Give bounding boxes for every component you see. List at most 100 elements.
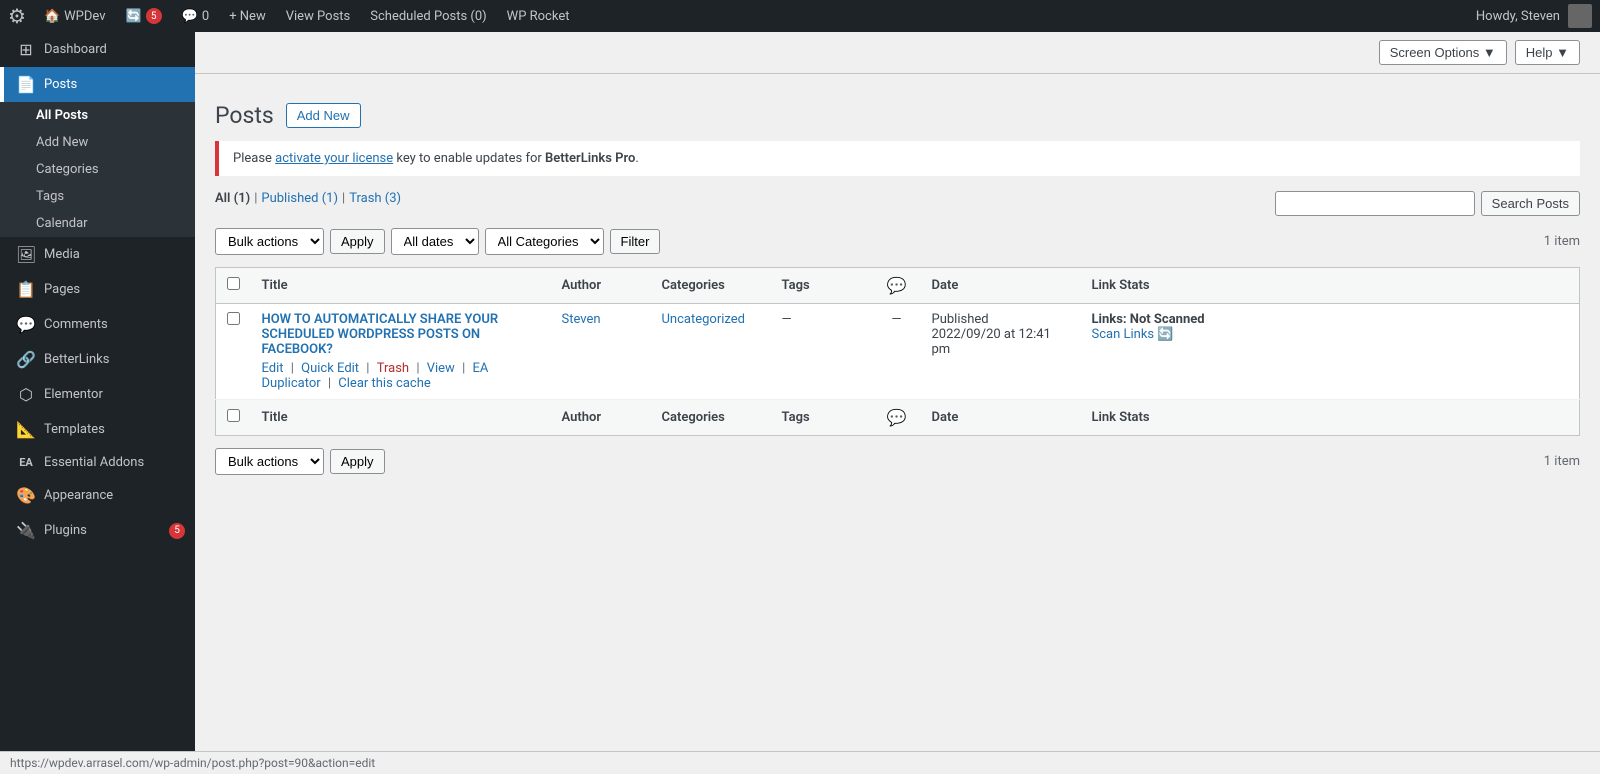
sidebar-item-label: Templates <box>44 422 105 437</box>
published-posts-link[interactable]: Published (1) <box>261 191 338 206</box>
scan-links-link[interactable]: Scan Links <box>1092 327 1155 342</box>
row-actions: Edit | Quick Edit | Trash | View | EA Du… <box>262 361 542 391</box>
select-all-checkbox[interactable] <box>227 277 240 290</box>
sidebar-item-plugins[interactable]: 🔌 Plugins 5 <box>0 513 195 548</box>
sidebar-item-betterlinks[interactable]: 🔗 BetterLinks <box>0 342 195 377</box>
bulk-actions-select-top[interactable]: Bulk actions <box>215 228 324 255</box>
search-posts-button[interactable]: Search Posts <box>1481 191 1580 216</box>
license-notice: Please activate your license key to enab… <box>215 141 1580 176</box>
date-column-header[interactable]: Date <box>922 268 1082 304</box>
filter-button[interactable]: Filter <box>610 229 661 254</box>
title-column-header[interactable]: Title <box>252 268 552 304</box>
wp-wrap: ⊞ Dashboard 📄 Posts All Posts Add New Ca… <box>0 32 1600 774</box>
adminbar-right: Howdy, Steven <box>1476 4 1592 28</box>
linkstats-column-footer[interactable]: Link Stats <box>1082 400 1580 436</box>
bulk-actions-select-bottom[interactable]: Bulk actions <box>215 448 324 475</box>
sidebar-item-appearance[interactable]: 🎨 Appearance <box>0 478 195 513</box>
posts-submenu: All Posts Add New Categories Tags Calend… <box>0 102 195 237</box>
select-all-header <box>216 268 252 304</box>
help-button[interactable]: Help ▼ <box>1515 40 1580 65</box>
adminbar-items: 🏠 WPDev 🔄 5 💬 0 + New View Posts Schedul… <box>34 0 1476 32</box>
adminbar-site[interactable]: 🏠 WPDev <box>34 0 116 32</box>
sidebar-item-dashboard[interactable]: ⊞ Dashboard <box>0 32 195 67</box>
row-checkbox[interactable] <box>227 312 240 325</box>
apply-button-top[interactable]: Apply <box>330 229 385 254</box>
post-title-link[interactable]: HOW TO AUTOMATICALLY SHARE YOUR SCHEDULE… <box>262 312 499 357</box>
adminbar-scheduled-posts[interactable]: Scheduled Posts (0) <box>360 0 496 32</box>
tags-column-header[interactable]: Tags <box>772 268 872 304</box>
adminbar-updates[interactable]: 🔄 5 <box>116 0 172 32</box>
edit-link[interactable]: Edit <box>262 361 284 376</box>
sidebar-item-templates[interactable]: 📐 Templates <box>0 412 195 447</box>
sidebar-item-elementor[interactable]: ⬡ Elementor <box>0 377 195 412</box>
dates-select[interactable]: All dates <box>391 228 479 255</box>
wp-logo-icon[interactable]: ⚙ <box>8 4 26 28</box>
refresh-icon: 🔄 <box>1157 327 1173 342</box>
table-header-row: Title Author Categories Tags 💬 <box>216 268 1580 304</box>
sidebar-item-pages[interactable]: 📋 Pages <box>0 272 195 307</box>
author-column-footer[interactable]: Author <box>552 400 652 436</box>
avatar[interactable] <box>1568 4 1592 28</box>
post-date-cell: Published 2022/09/20 at 12:41 pm <box>922 304 1082 400</box>
select-all-checkbox-footer[interactable] <box>227 409 240 422</box>
author-column-header[interactable]: Author <box>552 268 652 304</box>
sidebar-item-label: Elementor <box>44 387 103 402</box>
adminbar-comments[interactable]: 💬 0 <box>172 0 220 32</box>
screen-options-button[interactable]: Screen Options ▼ <box>1379 40 1507 65</box>
posts-table: Title Author Categories Tags 💬 <box>215 267 1580 436</box>
author-link[interactable]: Steven <box>562 312 601 327</box>
quick-edit-link[interactable]: Quick Edit <box>301 361 359 376</box>
sidebar-item-add-new[interactable]: Add New <box>0 129 195 156</box>
adminbar-view-posts[interactable]: View Posts <box>276 0 361 32</box>
category-link[interactable]: Uncategorized <box>662 312 745 327</box>
ea-icon: EA <box>16 456 36 469</box>
sidebar-item-categories[interactable]: Categories <box>0 156 195 183</box>
search-input[interactable] <box>1275 191 1475 216</box>
item-count-bottom: 1 item <box>1544 454 1580 469</box>
item-count-top: 1 item <box>1544 234 1580 249</box>
apply-button-bottom[interactable]: Apply <box>330 449 385 474</box>
date-column-footer[interactable]: Date <box>922 400 1082 436</box>
sidebar-item-label: Posts <box>44 77 77 92</box>
sidebar-item-comments[interactable]: 💬 Comments <box>0 307 195 342</box>
sidebar-item-label: Dashboard <box>44 42 107 57</box>
table-row: HOW TO AUTOMATICALLY SHARE YOUR SCHEDULE… <box>216 304 1580 400</box>
post-comments-cell: — <box>872 304 922 400</box>
comments-column-header[interactable]: 💬 <box>872 268 922 304</box>
media-icon: 🖼 <box>16 245 36 264</box>
categories-column-header[interactable]: Categories <box>652 268 772 304</box>
trash-posts-link[interactable]: Trash (3) <box>349 191 401 206</box>
add-new-button[interactable]: Add New <box>286 103 361 128</box>
post-status-links: All (1) | Published (1) | Trash (3) <box>215 191 401 206</box>
clear-cache-link[interactable]: Clear this cache <box>338 376 430 391</box>
sidebar-item-all-posts[interactable]: All Posts <box>0 102 195 129</box>
page-header: Posts Add New <box>215 84 1580 141</box>
title-column-footer[interactable]: Title <box>252 400 552 436</box>
adminbar-wp-rocket[interactable]: WP Rocket <box>497 0 580 32</box>
categories-column-footer[interactable]: Categories <box>652 400 772 436</box>
sidebar-item-tags[interactable]: Tags <box>0 183 195 210</box>
activate-license-link[interactable]: activate your license <box>275 151 393 166</box>
sidebar-item-posts[interactable]: 📄 Posts <box>0 67 195 102</box>
updates-icon: 🔄 <box>126 9 142 24</box>
view-link[interactable]: View <box>427 361 455 376</box>
sidebar-item-calendar[interactable]: Calendar <box>0 210 195 237</box>
top-tablenav: Bulk actions Apply All dates All Categor… <box>215 224 1580 259</box>
trash-link[interactable]: Trash <box>377 361 409 376</box>
sidebar-item-essential-addons[interactable]: EA Essential Addons <box>0 447 195 478</box>
adminbar-new[interactable]: + New <box>219 0 276 32</box>
linkstats-column-header[interactable]: Link Stats <box>1082 268 1580 304</box>
sidebar-item-label: Pages <box>44 282 80 297</box>
all-posts-link[interactable]: All (1) <box>215 191 250 206</box>
page-title: Posts <box>215 102 274 129</box>
appearance-icon: 🎨 <box>16 486 36 505</box>
screen-options-bar: Screen Options ▼ Help ▼ <box>195 32 1600 74</box>
tags-column-footer[interactable]: Tags <box>772 400 872 436</box>
sidebar-item-label: Media <box>44 247 80 262</box>
post-title-cell: HOW TO AUTOMATICALLY SHARE YOUR SCHEDULE… <box>252 304 552 400</box>
categories-select[interactable]: All Categories <box>485 228 604 255</box>
sidebar-item-media[interactable]: 🖼 Media <box>0 237 195 272</box>
main-content: Screen Options ▼ Help ▼ Posts Add New Pl… <box>195 32 1600 774</box>
comments-column-footer[interactable]: 💬 <box>872 400 922 436</box>
post-tags-cell: — <box>772 304 872 400</box>
